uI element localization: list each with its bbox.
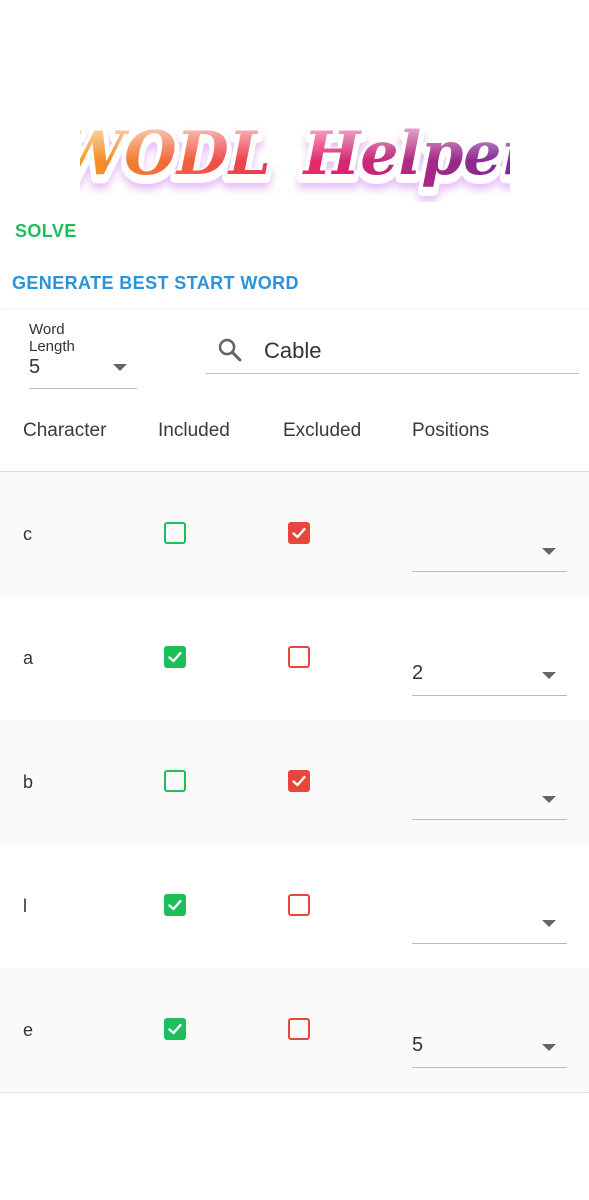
- positions-select[interactable]: [412, 780, 567, 820]
- checkmark-icon: [292, 775, 306, 787]
- character-cell: b: [23, 772, 34, 792]
- excluded-checkbox[interactable]: [288, 522, 310, 544]
- column-header-included: Included: [158, 420, 230, 441]
- included-checkbox[interactable]: [164, 646, 186, 668]
- table-row: c: [0, 472, 589, 597]
- word-search-input[interactable]: [262, 334, 566, 368]
- search-underline: [206, 373, 579, 374]
- table-row: a2: [0, 596, 589, 721]
- dropdown-arrow-icon: [113, 364, 127, 371]
- character-cell: e: [23, 1020, 34, 1040]
- word-length-select[interactable]: Word Length 5: [29, 321, 137, 389]
- character-cell: c: [23, 524, 32, 544]
- app-logo: WODL Helper WODL Helper WODL Helper: [0, 112, 589, 202]
- positions-select[interactable]: 5: [412, 1028, 567, 1068]
- dropdown-arrow-icon: [542, 920, 556, 927]
- checkmark-icon: [168, 1023, 182, 1035]
- positions-underline: [412, 819, 567, 820]
- positions-value: 5: [412, 1034, 424, 1056]
- included-checkbox[interactable]: [164, 1018, 186, 1040]
- dropdown-arrow-icon: [542, 672, 556, 679]
- included-checkbox[interactable]: [164, 522, 186, 544]
- column-header-character: Character: [23, 420, 107, 441]
- table-row: e5: [0, 968, 589, 1093]
- character-cell: l: [23, 896, 27, 916]
- column-header-positions: Positions: [412, 420, 490, 441]
- word-length-underline: [29, 388, 137, 389]
- positions-select[interactable]: [412, 904, 567, 944]
- table-row: l: [0, 844, 589, 969]
- svg-text:WODL Helper: WODL Helper: [80, 119, 510, 189]
- checkmark-icon: [168, 899, 182, 911]
- logo-text-helper-highlight: Helper: [301, 119, 509, 189]
- excluded-checkbox[interactable]: [288, 894, 310, 916]
- checkmark-icon: [168, 651, 182, 663]
- excluded-checkbox[interactable]: [288, 770, 310, 792]
- dropdown-arrow-icon: [542, 796, 556, 803]
- dropdown-arrow-icon: [542, 1044, 556, 1051]
- included-checkbox[interactable]: [164, 770, 186, 792]
- logo-text-wodl-highlight: WODL: [80, 119, 271, 189]
- column-header-excluded: Excluded: [283, 420, 362, 441]
- dropdown-arrow-icon: [542, 548, 556, 555]
- excluded-checkbox[interactable]: [288, 1018, 310, 1040]
- positions-select[interactable]: [412, 532, 567, 572]
- generate-best-start-word-button[interactable]: GENERATE BEST START WORD: [12, 273, 299, 294]
- excluded-checkbox[interactable]: [288, 646, 310, 668]
- word-length-label: Word Length: [29, 321, 75, 355]
- positions-underline: [412, 943, 567, 944]
- solve-button[interactable]: SOLVE: [15, 221, 77, 242]
- table-row: b: [0, 720, 589, 845]
- word-length-value: 5: [29, 356, 41, 378]
- positions-select[interactable]: 2: [412, 656, 567, 696]
- positions-underline: [412, 695, 567, 696]
- positions-value: 2: [412, 662, 424, 684]
- character-cell: a: [23, 648, 34, 668]
- positions-underline: [412, 1067, 567, 1068]
- word-search-field[interactable]: [206, 330, 579, 374]
- positions-underline: [412, 571, 567, 572]
- logo-wordmark: WODL Helper WODL Helper WODL Helper: [80, 118, 510, 198]
- search-icon: [218, 338, 242, 362]
- included-checkbox[interactable]: [164, 894, 186, 916]
- checkmark-icon: [292, 527, 306, 539]
